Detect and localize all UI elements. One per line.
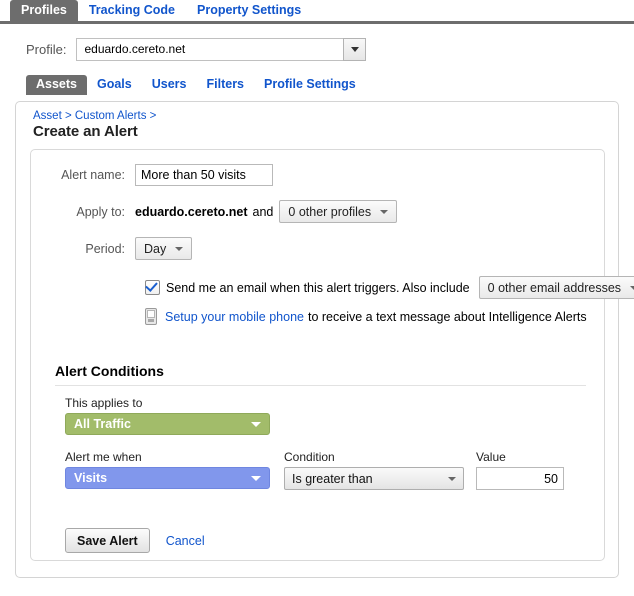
condition-value: Is greater than xyxy=(292,471,373,486)
apply-to-profile-name: eduardo.cereto.net xyxy=(135,204,248,219)
profile-selector-row: Profile: eduardo.cereto.net xyxy=(26,38,634,61)
alert-when-label: Alert me when xyxy=(65,450,142,464)
tab-profiles[interactable]: Profiles xyxy=(10,0,78,22)
checkmark-icon xyxy=(145,279,158,292)
setup-mobile-phone-link[interactable]: Setup your mobile phone xyxy=(165,310,304,324)
applies-to-group: This applies to All Traffic xyxy=(65,396,604,435)
chevron-down-icon xyxy=(175,246,184,251)
chevron-down-icon xyxy=(251,475,261,481)
condition-dropdown[interactable]: Is greater than xyxy=(284,467,464,490)
cancel-link[interactable]: Cancel xyxy=(166,534,205,548)
tab-property-settings[interactable]: Property Settings xyxy=(186,0,312,22)
chevron-down-icon xyxy=(350,47,359,52)
applies-to-dropdown[interactable]: All Traffic xyxy=(65,413,270,435)
alert-conditions-heading: Alert Conditions xyxy=(55,363,164,379)
create-alert-form: Alert name: Apply to: eduardo.cereto.net… xyxy=(30,149,634,561)
breadcrumb[interactable]: Asset > Custom Alerts > xyxy=(33,110,618,122)
page-title: Create an Alert xyxy=(33,123,138,140)
value-input[interactable] xyxy=(476,467,564,490)
other-profiles-dropdown[interactable]: 0 other profiles xyxy=(279,200,398,223)
other-profiles-value: 0 other profiles xyxy=(288,204,372,219)
tab-users[interactable]: Users xyxy=(142,75,197,95)
period-value: Day xyxy=(144,241,167,256)
mobile-phone-icon xyxy=(145,308,157,325)
tab-tracking-code[interactable]: Tracking Code xyxy=(78,0,186,22)
top-tab-bar: Profiles Tracking Code Property Settings xyxy=(0,0,634,24)
applies-to-label: This applies to xyxy=(65,396,143,410)
apply-to-label: Apply to: xyxy=(76,204,125,219)
period-dropdown[interactable]: Day xyxy=(135,237,193,260)
mobile-setup-text: to receive a text message about Intellig… xyxy=(307,309,587,324)
alert-name-input[interactable] xyxy=(135,164,273,186)
alert-name-label: Alert name: xyxy=(61,168,125,182)
apply-to-row: Apply to: eduardo.cereto.net and 0 other… xyxy=(31,200,604,223)
apply-to-conjunction: and xyxy=(252,204,274,219)
period-row: Period: Day xyxy=(31,237,604,260)
alert-conditions-divider xyxy=(55,385,586,386)
form-footer: Save Alert Cancel xyxy=(65,528,604,553)
sub-tab-bar: Assets Goals Users Filters Profile Setti… xyxy=(0,74,634,95)
send-email-label: Send me an email when this alert trigger… xyxy=(166,280,470,295)
profile-select[interactable]: eduardo.cereto.net xyxy=(76,38,367,61)
top-tabs: Profiles Tracking Code Property Settings xyxy=(10,0,634,22)
save-alert-button[interactable]: Save Alert xyxy=(65,528,150,553)
chevron-down-icon xyxy=(448,476,456,481)
condition-group: Condition Is greater than xyxy=(284,450,476,490)
mobile-setup-row: Setup your mobile phone to receive a tex… xyxy=(145,308,604,325)
tab-assets[interactable]: Assets xyxy=(26,75,87,95)
other-email-addresses-value: 0 other email addresses xyxy=(487,280,622,295)
chevron-down-icon xyxy=(251,421,261,427)
tab-goals[interactable]: Goals xyxy=(87,75,142,95)
alert-when-value: Visits xyxy=(74,471,108,485)
alert-when-group: Alert me when Visits xyxy=(65,450,284,490)
value-label: Value xyxy=(476,450,506,464)
sub-tabs: Assets Goals Users Filters Profile Setti… xyxy=(26,74,634,95)
alert-conditions-body: This applies to All Traffic Alert me whe… xyxy=(65,396,604,490)
tab-profile-settings[interactable]: Profile Settings xyxy=(254,75,366,95)
chevron-down-icon xyxy=(630,285,634,290)
profile-dropdown-button[interactable] xyxy=(343,38,367,61)
profile-label: Profile: xyxy=(26,42,67,57)
email-alert-row: Send me an email when this alert trigger… xyxy=(145,276,634,299)
tab-filters[interactable]: Filters xyxy=(197,75,255,95)
condition-label: Condition xyxy=(284,450,335,464)
alert-name-row: Alert name: xyxy=(31,164,604,186)
other-email-addresses-dropdown[interactable]: 0 other email addresses xyxy=(478,276,634,299)
condition-columns: Alert me when Visits Condition Is greate… xyxy=(65,450,604,490)
period-label: Period: xyxy=(85,241,125,256)
alert-when-dropdown[interactable]: Visits xyxy=(65,467,270,489)
content-panel: Asset > Custom Alerts > Create an Alert … xyxy=(15,101,634,578)
send-email-checkbox[interactable] xyxy=(145,279,160,295)
profile-select-value[interactable]: eduardo.cereto.net xyxy=(76,38,344,61)
chevron-down-icon xyxy=(380,209,389,214)
value-group: Value xyxy=(476,450,571,490)
applies-to-value: All Traffic xyxy=(74,417,131,431)
